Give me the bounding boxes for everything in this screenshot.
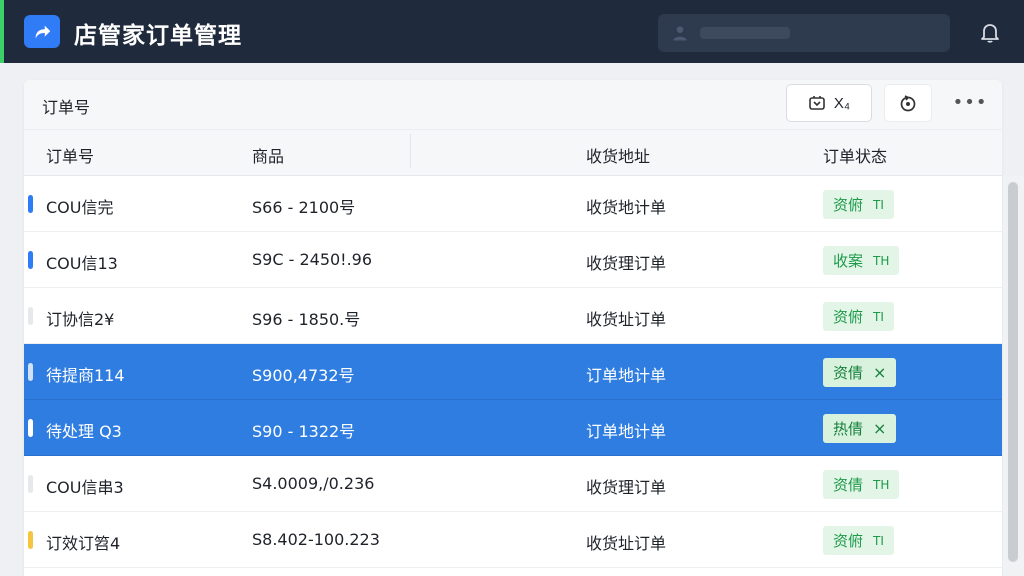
table-row[interactable]: 订效订笤4 S8.402-100.223 收货址订单 资俯 TI	[24, 512, 1002, 568]
status-badge[interactable]: 收案 TH	[823, 246, 900, 275]
table-row[interactable]: 待提商114 S900,4732号 订单地计单 资倩 ×	[24, 344, 1002, 400]
status-badge[interactable]: 资俯 TI	[823, 190, 894, 219]
refresh-icon	[900, 95, 916, 112]
app-header: 店管家订单管理	[0, 0, 1024, 63]
order-id-cell: 订协信2¥	[46, 310, 115, 329]
table-body: COU信完 S66 - 2100号 收货地计单 资俯 TI COU信13 S9C - 245…	[24, 176, 1002, 568]
scrollbar-thumb[interactable]	[1008, 182, 1018, 562]
goods-cell: S66 - 2100号	[252, 198, 356, 217]
table-row[interactable]: 待处理 Q3 S90 - 1322号 订单地计单 热倩 ×	[24, 400, 1002, 456]
card-title: 订单号	[42, 98, 91, 117]
table-row[interactable]: COU信串3 S4.0009,/0.236 收货理订单 资倩 TH	[24, 456, 1002, 512]
status-mark: TI	[873, 533, 884, 548]
status-badge[interactable]: 资俯 TI	[823, 526, 894, 555]
row-marker	[28, 251, 33, 269]
address-cell: 收货地计单	[586, 198, 667, 217]
address-cell: 订单地计单	[586, 366, 667, 385]
status-mark: ×	[873, 363, 887, 382]
column-header-goods[interactable]: 商品	[252, 143, 284, 167]
card-toolbar: 订单号 X₄ •••	[24, 80, 1002, 130]
status-mark: TH	[873, 253, 890, 268]
order-id-cell: COU信串3	[46, 478, 124, 497]
row-marker	[28, 475, 33, 493]
vertical-scrollbar[interactable]	[1003, 176, 1024, 576]
address-cell: 收货理订单	[586, 478, 667, 497]
share-arrow-icon[interactable]	[24, 15, 60, 48]
goods-cell: S4.0009,/0.236	[252, 474, 375, 493]
search-placeholder	[700, 27, 790, 39]
status-label: 资倩	[833, 364, 864, 382]
row-marker	[28, 195, 33, 213]
column-header-order-id[interactable]: 订单号	[46, 143, 94, 167]
column-divider[interactable]	[410, 134, 411, 168]
status-mark: TH	[873, 477, 890, 492]
column-header-address[interactable]: 收货地址	[586, 143, 650, 167]
status-label: 资俯	[833, 308, 864, 326]
goods-cell: S8.402-100.223	[252, 530, 380, 549]
export-icon	[809, 96, 825, 110]
search-input[interactable]	[658, 14, 950, 52]
address-cell: 订单地计单	[586, 422, 667, 441]
order-id-cell: 待提商114	[46, 366, 125, 385]
order-id-cell: COU信13	[46, 254, 118, 273]
column-header-status[interactable]: 订单状态	[823, 143, 887, 167]
order-id-cell: COU信完	[46, 198, 114, 217]
goods-cell: S96 - 1850.号	[252, 310, 361, 329]
app-title: 店管家订单管理	[74, 23, 242, 49]
goods-cell: S90 - 1322号	[252, 422, 356, 441]
table-header: 订单号 商品 收货地址 订单状态	[24, 130, 1002, 176]
address-cell: 收货址订单	[586, 534, 667, 553]
more-options-icon[interactable]: •••	[953, 88, 987, 116]
status-mark: TI	[873, 309, 884, 324]
address-cell: 收货理订单	[586, 254, 667, 273]
table-row[interactable]: COU信13 S9C - 2450!.96 收货理订单 收案 TH	[24, 232, 1002, 288]
table-row[interactable]: 订协信2¥ S96 - 1850.号 收货址订单 资俯 TI	[24, 288, 1002, 344]
row-marker	[28, 419, 33, 437]
export-label: X₄	[833, 94, 851, 112]
export-button[interactable]: X₄	[786, 84, 872, 122]
status-badge[interactable]: 资倩 TH	[823, 470, 900, 499]
status-mark: TI	[873, 197, 884, 212]
order-id-cell: 订效订笤4	[46, 534, 121, 553]
orders-card: 订单号 X₄ ••• 订单号 商品 收货地址 订单状态 COU信完 S66 - 2…	[24, 80, 1002, 576]
status-badge[interactable]: 热倩 ×	[823, 414, 897, 443]
status-label: 热倩	[833, 420, 864, 438]
table-row[interactable]: COU信完 S66 - 2100号 收货地计单 资俯 TI	[24, 176, 1002, 232]
bell-icon[interactable]	[978, 20, 1002, 44]
user-icon	[673, 26, 687, 41]
goods-cell: S900,4732号	[252, 366, 355, 385]
order-id-cell: 待处理 Q3	[46, 422, 122, 441]
status-label: 资倩	[833, 476, 864, 494]
address-cell: 收货址订单	[586, 310, 667, 329]
row-marker	[28, 531, 33, 549]
status-label: 收案	[833, 252, 864, 270]
refresh-button[interactable]	[884, 84, 932, 122]
row-marker	[28, 307, 33, 325]
status-badge[interactable]: 资倩 ×	[823, 358, 897, 387]
goods-cell: S9C - 2450!.96	[252, 250, 373, 269]
row-marker	[28, 363, 33, 381]
status-mark: ×	[873, 419, 887, 438]
status-label: 资俯	[833, 532, 864, 550]
status-label: 资俯	[833, 196, 864, 214]
status-badge[interactable]: 资俯 TI	[823, 302, 894, 331]
